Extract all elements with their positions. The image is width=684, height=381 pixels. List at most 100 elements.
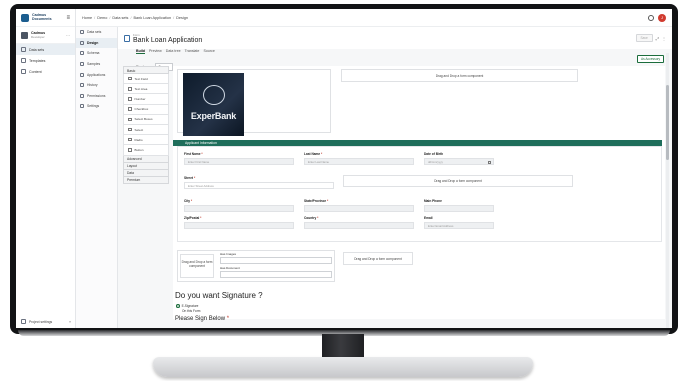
document-icon — [124, 34, 130, 42]
brand-name: Cadmus Documents — [32, 12, 52, 21]
more-icon[interactable]: ⋮ — [662, 36, 666, 41]
sub-item-data-sets[interactable]: Data sets — [76, 27, 117, 38]
breadcrumb-separator: / — [173, 15, 175, 20]
expand-icon[interactable]: ⤢ — [656, 36, 659, 41]
zip-input[interactable] — [184, 222, 294, 229]
palette-group-data[interactable]: Data — [123, 169, 169, 177]
country-input[interactable] — [304, 222, 414, 229]
title-bar: Form Bank Loan Application Save ⤢ ⋮ — [118, 27, 672, 49]
breadcrumb-separator: / — [109, 15, 111, 20]
form-canvas: ExperBank Drag and Drop a form component… — [173, 66, 665, 322]
palette-group-basic[interactable]: Basic — [123, 66, 169, 74]
has-images-label: Has Images — [220, 252, 237, 256]
dropzone-address[interactable]: Drag and Drop a form component — [343, 175, 573, 187]
palette-group-premium[interactable]: Premium — [123, 176, 169, 184]
text-field-icon — [128, 76, 132, 81]
sub-item-schema[interactable]: Schema — [76, 48, 117, 59]
breadcrumb-data-sets[interactable]: Data sets — [112, 16, 128, 20]
nav-item-data-sets[interactable]: Data sets — [16, 44, 75, 55]
street-input[interactable]: Enter Street Address — [184, 182, 334, 189]
nav-item-content[interactable]: Content — [16, 66, 75, 77]
checkbox-icon — [128, 107, 132, 111]
palette-item-checkbox[interactable]: Checkbox — [123, 104, 169, 115]
signature-option-esign[interactable]: E-Signature — [176, 304, 198, 308]
workspace-switcher[interactable]: Cadmus Developer ⋯ — [16, 27, 75, 44]
tab-translate[interactable]: Translate — [185, 49, 200, 54]
left-nav: Cadmus Documents ≡ Cadmus Developer ⋯ Da… — [16, 9, 76, 328]
tab-preview[interactable]: Preview — [149, 49, 162, 54]
bank-emblem-icon — [203, 85, 225, 105]
tab-source[interactable]: Source — [203, 49, 214, 54]
sub-item-label: History — [87, 83, 98, 88]
last-name-input[interactable]: Enter Last Name — [304, 158, 414, 165]
sub-item-settings[interactable]: Settings — [76, 101, 117, 112]
has-images-input[interactable] — [220, 257, 332, 264]
palette-item-number[interactable]: Number — [123, 94, 169, 105]
tab-data-tree[interactable]: Data tree — [166, 49, 181, 54]
scrollbar-thumb[interactable] — [666, 85, 669, 160]
palette-item-text-area[interactable]: Text Area — [123, 84, 169, 95]
signature-option-form[interactable]: On this Form — [176, 309, 200, 313]
monitor-stage: Cadmus Documents ≡ Cadmus Developer ⋯ Da… — [0, 0, 684, 381]
logo-text: ExperBank — [190, 111, 237, 121]
dropzone-bottom[interactable]: Drag and Drop a form component — [343, 252, 413, 265]
more-icon[interactable]: ⋯ — [66, 33, 70, 38]
sub-item-samples[interactable]: Samples — [76, 59, 117, 70]
brand: Cadmus Documents ≡ — [16, 9, 75, 27]
breadcrumb-home[interactable]: Home — [82, 16, 92, 20]
user-avatar[interactable]: J — [658, 13, 666, 22]
state-input[interactable] — [304, 205, 414, 212]
country-label: Country * — [304, 216, 319, 220]
has-document-input[interactable] — [220, 271, 332, 278]
sub-item-history[interactable]: History — [76, 80, 117, 91]
main-phone-input[interactable] — [424, 205, 494, 212]
first-name-input[interactable]: Enter First Name — [184, 158, 294, 165]
database-icon — [80, 30, 84, 35]
scrollbar[interactable] — [666, 53, 669, 328]
text-area-icon — [128, 87, 132, 91]
dropzone-upload[interactable]: Drag and Drop a form component — [180, 254, 214, 278]
palette-item-button[interactable]: Button — [123, 145, 169, 156]
city-input[interactable] — [184, 205, 294, 212]
state-label: State/Province * — [304, 199, 329, 203]
palette-group-layout[interactable]: Layout — [123, 162, 169, 170]
palette-group-advanced[interactable]: Advanced — [123, 155, 169, 163]
title-actions: Save ⤢ ⋮ — [635, 34, 666, 42]
palette-item-radio[interactable]: Radio — [123, 135, 169, 146]
palette-item-label: Radio — [134, 137, 143, 142]
bank-logo-image: ExperBank — [183, 73, 244, 136]
sub-item-applications[interactable]: Applications — [76, 69, 117, 80]
palette-item-text-field[interactable]: Text Field — [123, 74, 169, 85]
project-settings[interactable]: Project settings « — [16, 319, 76, 324]
palette-item-select-boxes[interactable]: Select Boxes — [123, 114, 169, 125]
palette-item-label: Checkbox — [134, 107, 149, 112]
select-boxes-icon — [128, 117, 132, 122]
nav-item-templates[interactable]: Templates — [16, 55, 75, 66]
accessory-button[interactable]: As Accessory — [637, 55, 665, 63]
database-icon — [21, 47, 26, 52]
sub-item-design[interactable]: Design — [76, 37, 117, 49]
palette-item-select[interactable]: Select — [123, 124, 169, 136]
main-phone-label: Main Phone — [424, 199, 442, 203]
search-icon[interactable] — [648, 14, 654, 21]
workspace-sub: Developer — [31, 35, 45, 39]
email-input[interactable]: Enter Email Address — [424, 222, 494, 229]
dropzone-top[interactable]: Drag and Drop a form component — [341, 69, 578, 82]
pencil-icon — [80, 40, 84, 45]
number-icon — [128, 97, 132, 101]
tab-build[interactable]: Build — [136, 49, 145, 54]
city-label: City * — [184, 199, 193, 203]
dob-input[interactable]: dd/mm/yyyy — [424, 158, 494, 165]
schema-icon — [80, 51, 84, 56]
breadcrumb-dataset[interactable]: Bank Loan Application — [134, 16, 172, 20]
logo-component[interactable]: ExperBank — [177, 69, 331, 136]
breadcrumb: Home / Demo / Data sets / Bank Loan Applica… — [82, 16, 188, 20]
save-button[interactable]: Save — [635, 34, 653, 42]
collapse-icon[interactable]: « — [69, 320, 71, 324]
sub-item-permissions[interactable]: Permissions — [76, 91, 117, 102]
sub-item-label: Permissions — [87, 93, 106, 98]
breadcrumb-demo[interactable]: Demo — [97, 16, 107, 20]
hamburger-icon[interactable]: ≡ — [66, 15, 70, 21]
page-title: Bank Loan Application — [133, 36, 203, 44]
breadcrumb-separator: / — [130, 15, 132, 20]
